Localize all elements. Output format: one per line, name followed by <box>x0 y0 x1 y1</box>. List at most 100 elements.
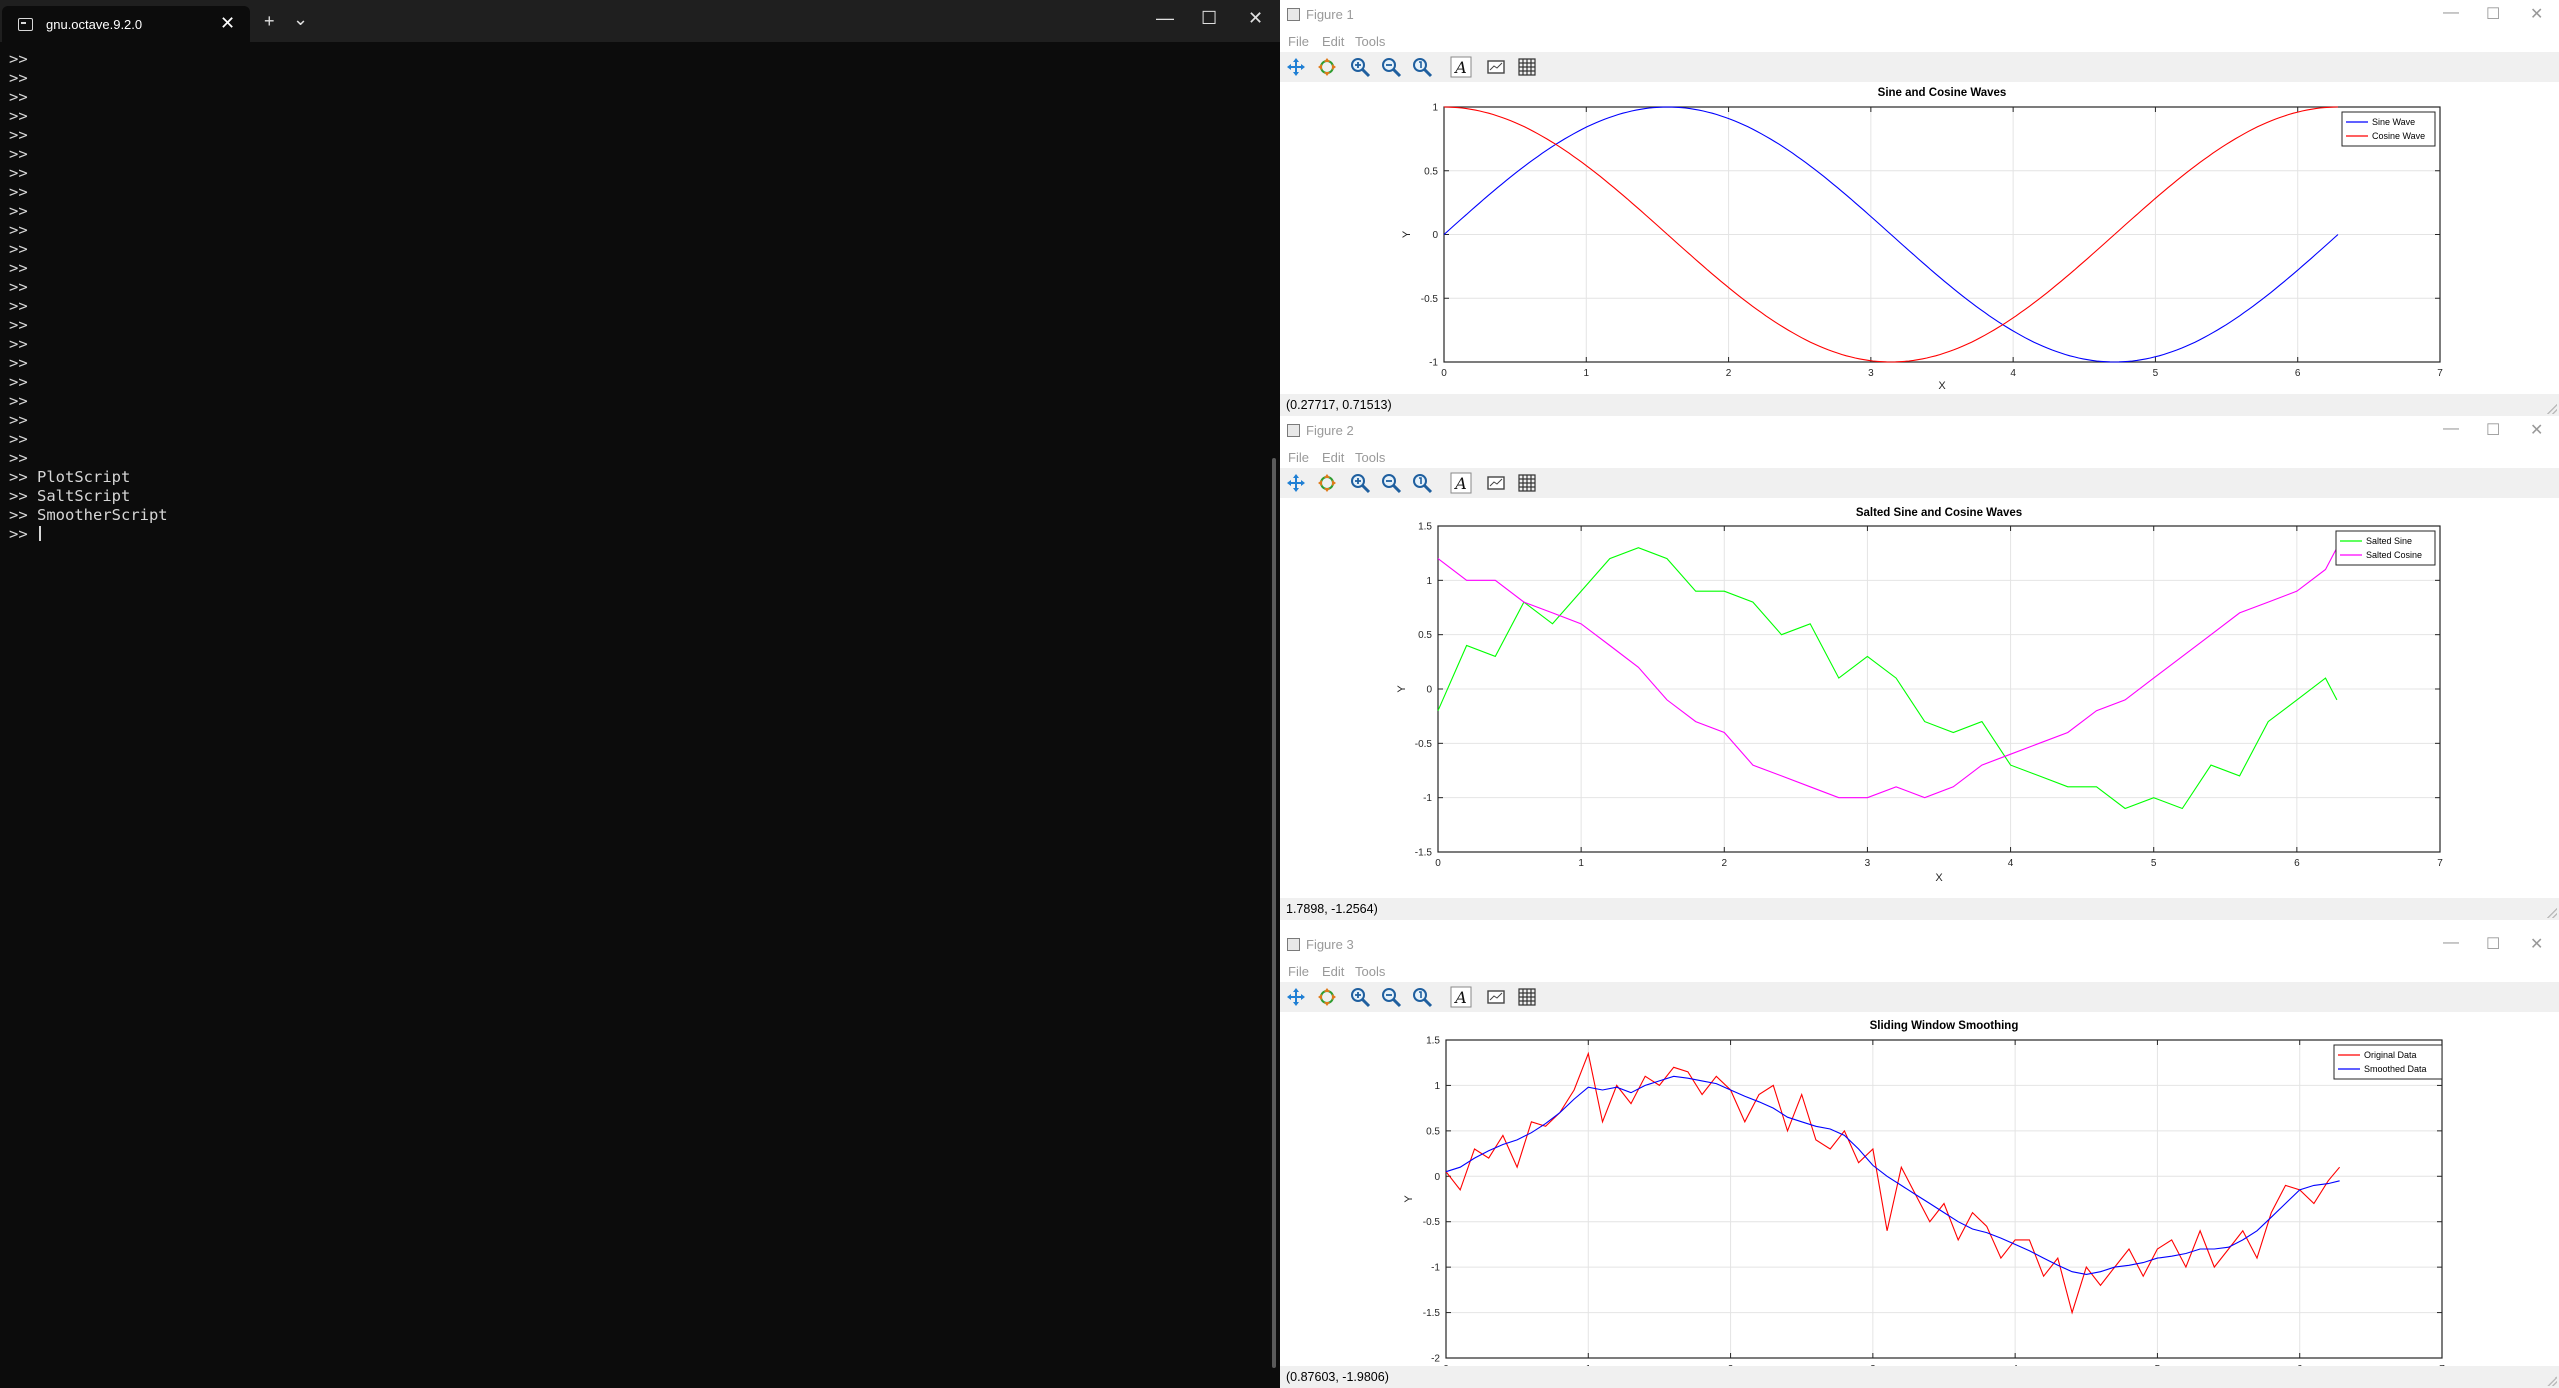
terminal-line: >> <box>9 411 28 429</box>
x-tick-label: 4 <box>2010 368 2016 379</box>
zoom-reset-icon[interactable] <box>1411 472 1433 494</box>
rotate-icon[interactable] <box>1316 986 1338 1008</box>
minimize-button[interactable]: — <box>1156 8 1174 29</box>
plot-canvas[interactable]: 0 1 2 3 4 5 6 7 -1.5 -1 -0.5 0 0.5 1 1.5 Salted Sine an… <box>1280 498 2559 898</box>
axes-icon[interactable] <box>1485 56 1507 78</box>
terminal-line: >> SmootherScript <box>9 506 168 524</box>
axes-icon[interactable] <box>1485 986 1507 1008</box>
menu-edit[interactable]: Edit <box>1322 964 1344 979</box>
x-tick-label: 6 <box>2294 858 2300 869</box>
zoom-in-icon[interactable] <box>1349 56 1371 78</box>
y-tick-label: -1 <box>1423 793 1432 804</box>
menu-tools[interactable]: Tools <box>1355 450 1385 465</box>
zoom-in-icon[interactable] <box>1349 472 1371 494</box>
zoom-out-icon[interactable] <box>1380 986 1402 1008</box>
close-button[interactable]: ✕ <box>2530 4 2543 24</box>
y-tick-label: -1.5 <box>1423 1308 1441 1319</box>
x-tick-label: 5 <box>2151 858 2157 869</box>
figure-title-bar[interactable]: Figure 1 — ☐ ✕ <box>1280 0 2559 30</box>
new-tab-button[interactable]: + <box>264 11 275 32</box>
terminal-line: >> <box>9 335 28 353</box>
maximize-button[interactable]: ☐ <box>1201 8 1217 29</box>
y-tick-label: -0.5 <box>1415 739 1433 750</box>
terminal-line: >> <box>9 183 28 201</box>
grid-icon[interactable] <box>1516 986 1538 1008</box>
grid-icon[interactable] <box>1516 472 1538 494</box>
close-button[interactable]: ✕ <box>2530 934 2543 954</box>
maximize-button[interactable]: ☐ <box>2486 934 2500 954</box>
y-tick-label: 0.5 <box>1424 166 1438 177</box>
menu-file[interactable]: File <box>1288 964 1309 979</box>
text-icon[interactable]: A <box>1450 472 1472 494</box>
menu-edit[interactable]: Edit <box>1322 450 1344 465</box>
zoom-reset-icon[interactable] <box>1411 986 1433 1008</box>
close-button[interactable]: ✕ <box>2530 420 2543 440</box>
menu-file[interactable]: File <box>1288 450 1309 465</box>
cursor-coordinates: 1.7898, -1.2564) <box>1286 902 1378 916</box>
y-tick-label: 0 <box>1432 230 1438 241</box>
axes-icon[interactable] <box>1485 472 1507 494</box>
minimize-button[interactable]: — <box>2443 934 2459 952</box>
y-tick-label: 0 <box>1426 685 1432 696</box>
terminal-line: >> <box>9 449 28 467</box>
y-axis-label: Y <box>1401 230 1413 238</box>
x-axis-label: X <box>1938 380 1946 392</box>
figure-toolbar: A <box>1280 52 2559 82</box>
minimize-button[interactable]: — <box>2443 4 2459 22</box>
tab-close-icon[interactable]: ✕ <box>220 13 235 34</box>
pan-icon[interactable] <box>1285 56 1307 78</box>
svg-text:A: A <box>1453 474 1467 493</box>
figure-title-bar[interactable]: Figure 3 — ☐ ✕ <box>1280 930 2559 960</box>
menu-tools[interactable]: Tools <box>1355 34 1385 49</box>
plot-canvas[interactable]: 0 1 2 3 4 5 6 7 -1 -0.5 0 0.5 1 Sine and Cosine Waves… <box>1280 82 2559 394</box>
plot-canvas[interactable]: 01234567-2-1.5-1-0.500.511.5Sliding Wind… <box>1280 1012 2559 1366</box>
grid-icon[interactable] <box>1516 56 1538 78</box>
maximize-button[interactable]: ☐ <box>2486 420 2500 440</box>
terminal-tab[interactable]: gnu.octave.9.2.0 ✕ <box>2 6 250 42</box>
x-tick-label: 7 <box>2437 368 2443 379</box>
y-tick-label: 1 <box>1434 1081 1440 1092</box>
terminal-scrollbar[interactable] <box>1272 458 1276 1368</box>
figure-1-window[interactable]: Figure 1— ☐ ✕ File Edit Tools A 0 1 2 3 4 5 6 7 -1 -0.5 0… <box>1280 0 2559 416</box>
zoom-out-icon[interactable] <box>1380 472 1402 494</box>
terminal-line: >> <box>9 107 28 125</box>
menu-edit[interactable]: Edit <box>1322 34 1344 49</box>
text-icon[interactable]: A <box>1450 56 1472 78</box>
terminal-line: >> SaltScript <box>9 487 131 505</box>
terminal-output[interactable]: >> >> >> >> >> >> >> >> >> >> >> >> >> >> >> >> >> >> >> >>… <box>9 50 168 544</box>
terminal-line: >> <box>9 69 28 87</box>
close-button[interactable]: ✕ <box>1248 8 1263 29</box>
x-tick-label: 2 <box>1722 858 1728 869</box>
terminal-tab-title: gnu.octave.9.2.0 <box>46 17 143 32</box>
legend-label: Salted Sine <box>2366 536 2412 546</box>
terminal-line: >> <box>9 202 28 220</box>
figure-window-title: Figure 1 <box>1306 7 1354 22</box>
menu-file[interactable]: File <box>1288 34 1309 49</box>
rotate-icon[interactable] <box>1316 56 1338 78</box>
text-icon[interactable]: A <box>1450 986 1472 1008</box>
resize-grip[interactable] <box>2547 908 2557 918</box>
resize-grip[interactable] <box>2547 1376 2557 1386</box>
figure-3-window[interactable]: Figure 3—☐✕FileEditToolsA01234567-2-1.5-… <box>1280 930 2559 1388</box>
figure-2-window[interactable]: Figure 2 — ☐ ✕ File Edit Tools A 0 1 2 3 4 5 6 7 -1.5 -1 -… <box>1280 416 2559 920</box>
pan-icon[interactable] <box>1285 472 1307 494</box>
legend: Salted Sine Salted Cosine <box>2335 530 2436 566</box>
resize-grip[interactable] <box>2547 404 2557 414</box>
pan-icon[interactable] <box>1285 986 1307 1008</box>
zoom-in-icon[interactable] <box>1349 986 1371 1008</box>
tab-dropdown-icon[interactable]: ⌄ <box>293 9 308 30</box>
x-tick-label: 0 <box>1441 368 1447 379</box>
y-tick-label: 1 <box>1432 103 1438 114</box>
zoom-reset-icon[interactable] <box>1411 56 1433 78</box>
minimize-button[interactable]: — <box>2443 420 2459 438</box>
x-tick-label: 2 <box>1726 368 1732 379</box>
legend-label: Salted Cosine <box>2366 550 2422 560</box>
rotate-icon[interactable] <box>1316 472 1338 494</box>
maximize-button[interactable]: ☐ <box>2486 4 2500 24</box>
figure-title-bar[interactable]: Figure 2 — ☐ ✕ <box>1280 416 2559 446</box>
zoom-out-icon[interactable] <box>1380 56 1402 78</box>
terminal-line: >> <box>9 430 28 448</box>
terminal-window[interactable]: gnu.octave.9.2.0 ✕ + ⌄ — ☐ ✕ >> >> >> >> >> >… <box>0 0 1280 1388</box>
y-tick-label: -0.5 <box>1423 1217 1441 1228</box>
menu-tools[interactable]: Tools <box>1355 964 1385 979</box>
